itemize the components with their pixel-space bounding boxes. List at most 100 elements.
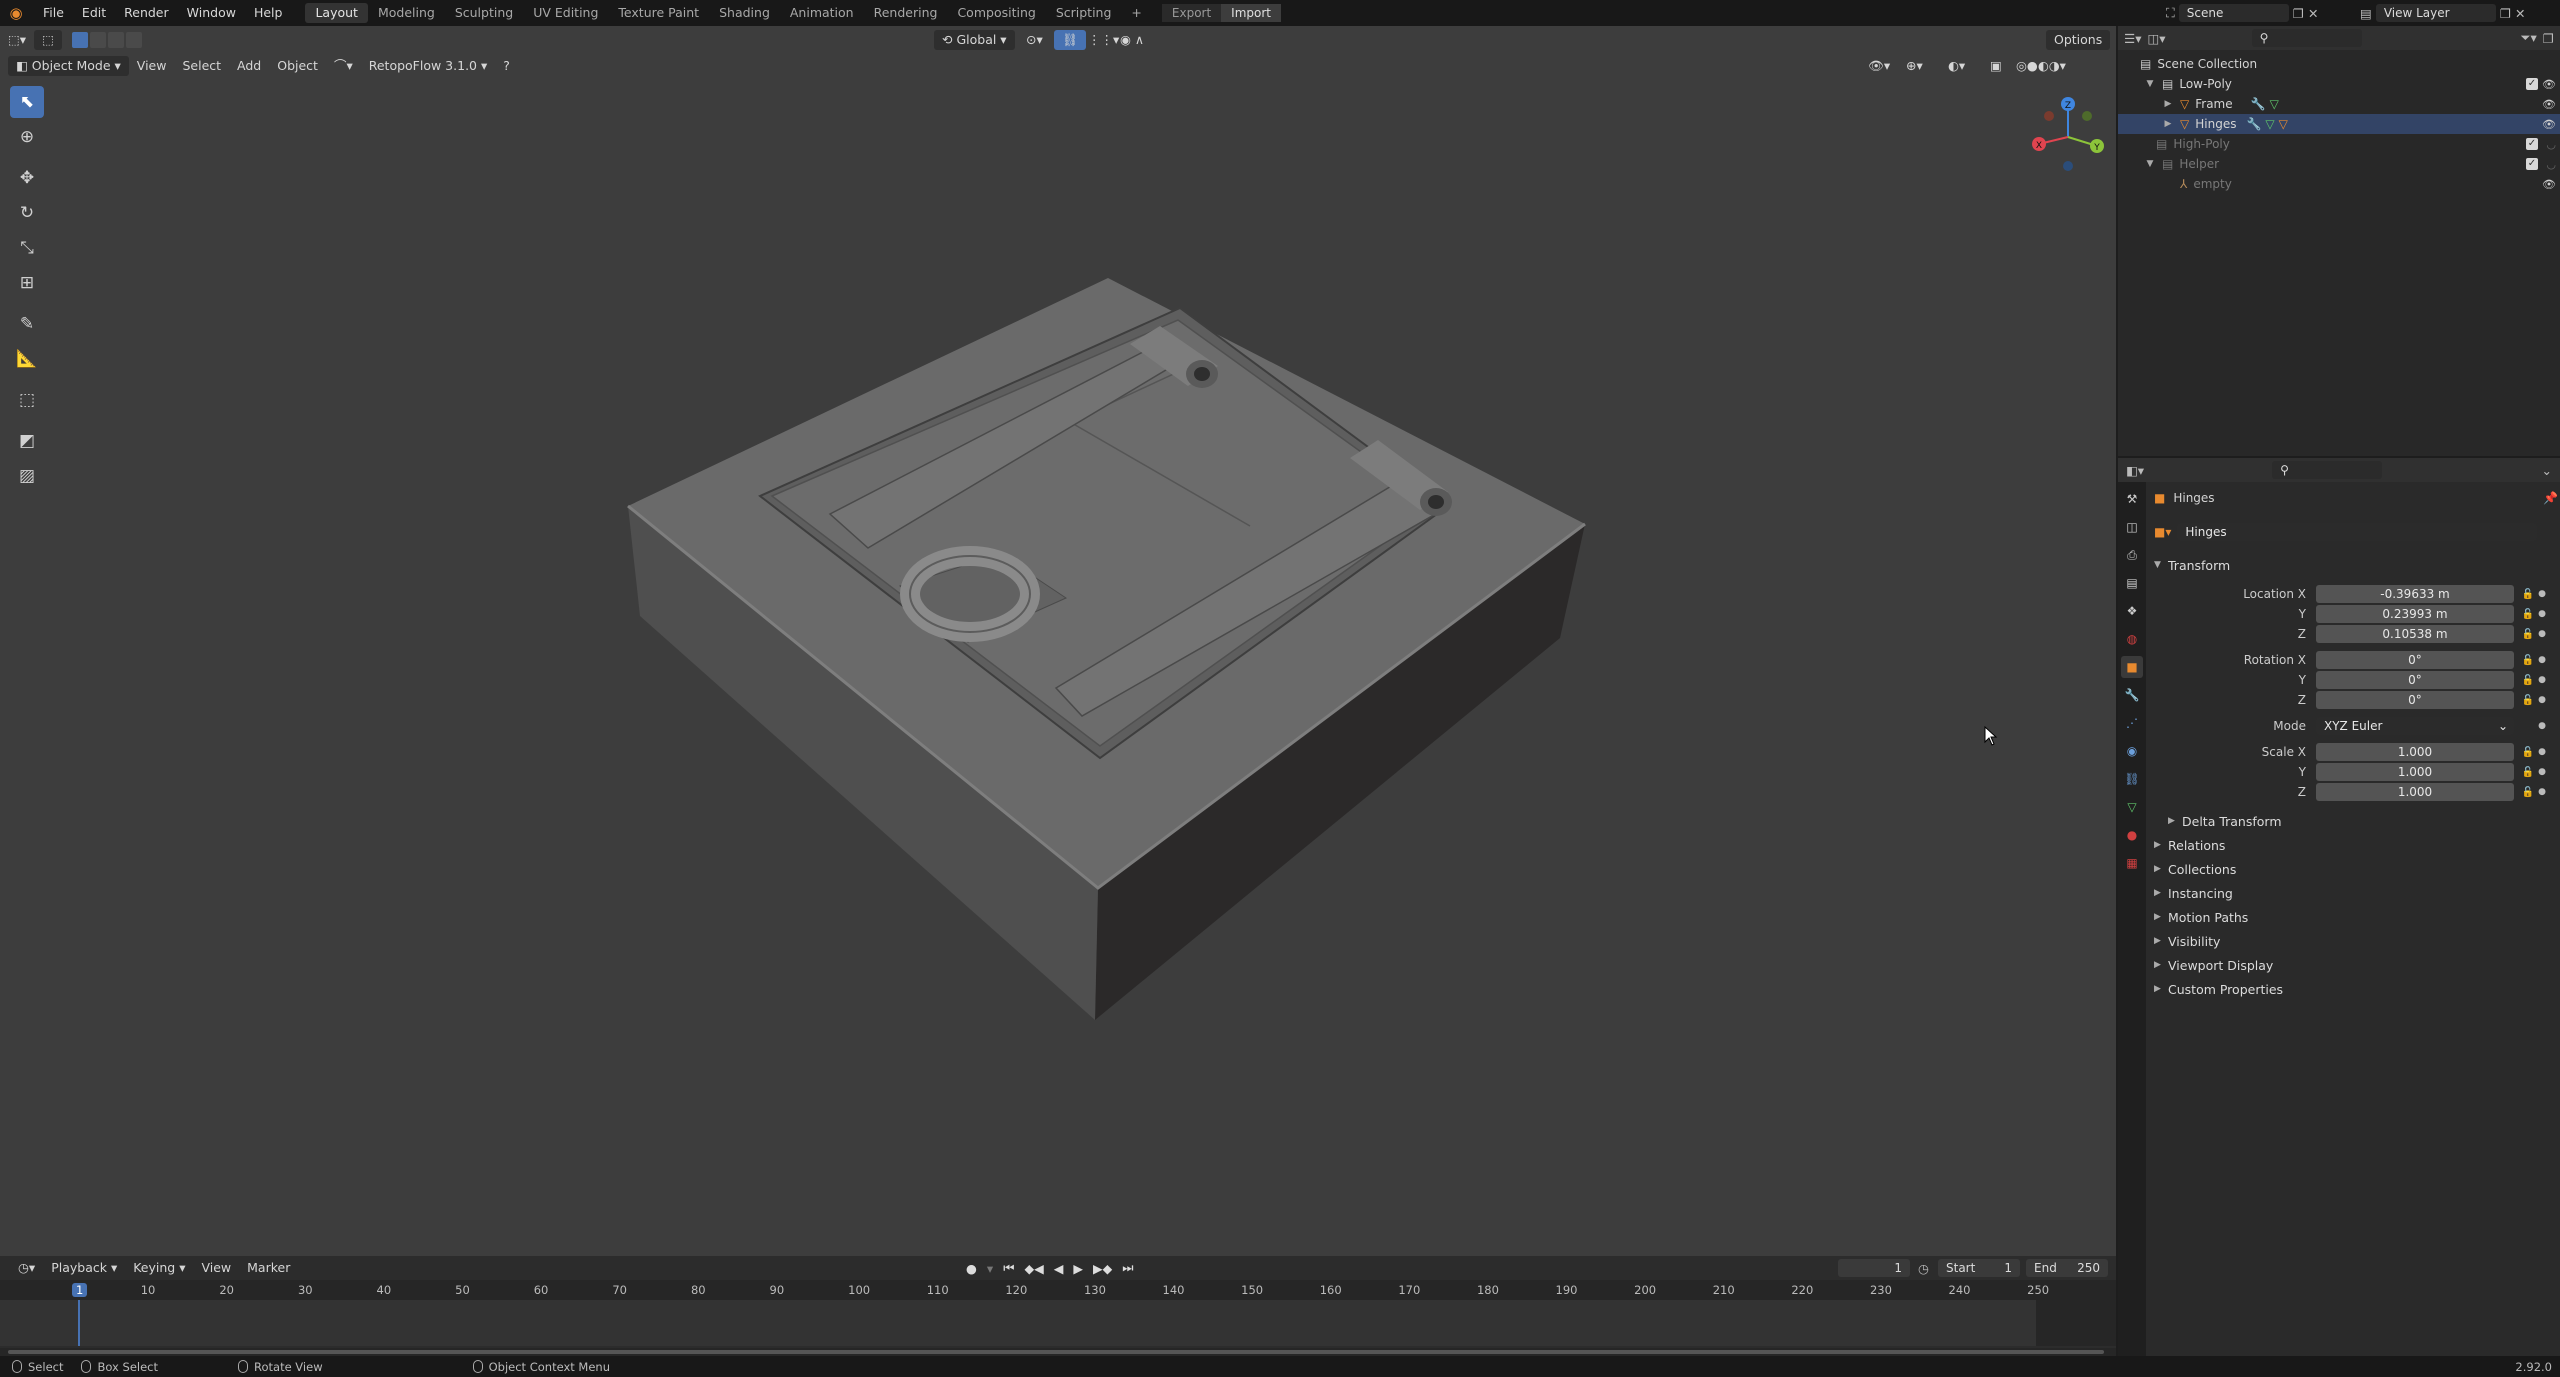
visibility-eye-icon[interactable]: 👁 <box>2542 118 2556 131</box>
start-frame-field[interactable]: Start 1 <box>1938 1259 2020 1277</box>
gizmo-toggle-icon[interactable]: ⊕▾ <box>1898 56 1931 76</box>
lock-icon[interactable]: 🔓 <box>2520 747 2536 758</box>
jump-end-icon[interactable]: ⏭ <box>1122 1260 1133 1276</box>
outliner-item-frame[interactable]: ▶ ▽ Frame 🔧 ▽ 👁 <box>2118 94 2560 114</box>
retopoflow-menu[interactable]: RetopoFlow 3.1.0 ▾ <box>361 56 496 76</box>
play-reverse-icon[interactable]: ◀ <box>1054 1261 1064 1276</box>
add-workspace-icon[interactable]: + <box>1121 3 1151 23</box>
lock-icon[interactable]: 🔓 <box>2520 695 2536 706</box>
delta-transform-subpanel[interactable]: ▶ Delta Transform <box>2168 810 2282 832</box>
export-button[interactable]: Export <box>1161 4 1222 22</box>
visibility-eye-icon[interactable]: 👁 <box>2542 98 2556 111</box>
3d-viewport[interactable]: ⬚▾ ⬚ ⟲ Global ▾ ⊙▾ ⛓ ⋮⋮▾ ◉ ∧ Options ◧ O… <box>0 26 2116 1256</box>
rotation-mode-dropdown[interactable]: XYZ Euler ⌄ <box>2316 717 2514 735</box>
shading-modes-icon[interactable]: ◎●◐◑▾ <box>2008 56 2074 76</box>
keying-menu[interactable]: Keying ▾ <box>125 1258 193 1278</box>
hidden-eye-icon[interactable]: ◡ <box>2546 158 2556 171</box>
include-checkbox[interactable]: ✓ <box>2526 78 2538 90</box>
keyframe-dot-icon[interactable]: ● <box>2536 675 2548 685</box>
location-x-field[interactable]: -0.39633 m <box>2316 585 2514 603</box>
scrollbar-thumb[interactable] <box>8 1350 2104 1354</box>
timeline-track[interactable] <box>0 1300 2116 1346</box>
scale-y-field[interactable]: 1.000 <box>2316 763 2514 781</box>
clock-icon[interactable]: ◷ <box>1918 1261 1929 1276</box>
material-tab-icon[interactable]: ● <box>2121 824 2143 846</box>
new-view-layer-icon[interactable]: ❐ <box>2500 6 2511 21</box>
expand-arrow-icon[interactable]: ▶ <box>2162 119 2174 129</box>
cursor-icon[interactable]: ⊕ <box>10 121 44 153</box>
tab-modeling[interactable]: Modeling <box>368 3 445 23</box>
current-frame-field[interactable]: 1 <box>1838 1259 1910 1277</box>
keying-set-icon[interactable]: ▾ <box>987 1261 993 1276</box>
physics-tab-icon[interactable]: ◉ <box>2121 740 2143 762</box>
new-scene-icon[interactable]: ❐ <box>2293 6 2304 21</box>
keyframe-dot-icon[interactable]: ● <box>2536 655 2548 665</box>
outliner-item-hinges[interactable]: ▶ ▽ Hinges 🔧 ▽ ▽ 👁 <box>2118 114 2560 134</box>
playhead[interactable] <box>78 1300 80 1346</box>
new-collection-icon[interactable]: ❐ <box>2543 31 2554 46</box>
scene-tab-icon[interactable]: ❖ <box>2121 600 2143 622</box>
lock-icon[interactable]: 🔓 <box>2520 655 2536 666</box>
visibility-eye-icon[interactable]: 👁 <box>2542 78 2556 91</box>
view-layer-selector[interactable]: ▤ View Layer ❐ ✕ <box>2360 3 2526 23</box>
menu-file[interactable]: File <box>34 0 73 26</box>
chevron-down-icon[interactable]: ⌄ <box>2542 463 2552 478</box>
keyframe-dot-icon[interactable]: ● <box>2536 721 2548 731</box>
end-frame-field[interactable]: End 250 <box>2026 1259 2108 1277</box>
object-menu[interactable]: Object <box>269 56 326 76</box>
outliner-item-empty[interactable]: ⅄ empty 👁 <box>2118 174 2560 194</box>
rotation-y-field[interactable]: 0° <box>2316 671 2514 689</box>
viewport-display-panel-header[interactable]: ▶ Viewport Display <box>2154 954 2273 976</box>
gpencil-icon[interactable]: ⌒▾ <box>326 56 361 76</box>
particles-tab-icon[interactable]: ⋰ <box>2121 712 2143 734</box>
prev-keyframe-icon[interactable]: ◆◀ <box>1024 1261 1043 1276</box>
move-icon[interactable]: ✥ <box>10 162 44 194</box>
scene-selector[interactable]: ⛶ Scene ❐ ✕ <box>2166 3 2318 23</box>
filter-icon[interactable]: ⏷▾ <box>2521 30 2537 46</box>
add-cube-icon[interactable]: ⬚ <box>10 384 44 416</box>
transform-panel-header[interactable]: ▼ Transform <box>2154 554 2230 576</box>
outliner-search-input[interactable]: ⚲ <box>2251 29 2362 47</box>
view-layer-field[interactable]: View Layer <box>2375 4 2496 22</box>
import-button[interactable]: Import <box>1221 4 1281 22</box>
tool-tab-icon[interactable]: ⚒ <box>2121 488 2143 510</box>
rotation-x-field[interactable]: 0° <box>2316 651 2514 669</box>
playback-menu[interactable]: Playback ▾ <box>43 1258 125 1278</box>
lock-icon[interactable]: 🔓 <box>2520 787 2536 798</box>
timeline-scrollbar[interactable] <box>0 1348 2116 1356</box>
navigation-gizmo[interactable]: Z X Y <box>2025 94 2111 180</box>
expand-arrow-icon[interactable]: ▼ <box>2144 159 2156 169</box>
tab-compositing[interactable]: Compositing <box>947 3 1045 23</box>
keyframe-dot-icon[interactable]: ● <box>2536 787 2548 797</box>
outliner-item-high-poly[interactable]: ▤ High-Poly ✓ ◡ <box>2118 134 2560 154</box>
outliner-editor-icon[interactable]: ☰▾ <box>2124 31 2141 46</box>
view-layer-tab-icon[interactable]: ▤ <box>2121 572 2143 594</box>
menu-window[interactable]: Window <box>178 0 245 26</box>
play-icon[interactable]: ▶ <box>1073 1261 1083 1276</box>
scale-x-field[interactable]: 1.000 <box>2316 743 2514 761</box>
rotation-z-field[interactable]: 0° <box>2316 691 2514 709</box>
scale-icon[interactable]: ⤡ <box>10 232 44 264</box>
measure-icon[interactable]: 📐 <box>10 343 44 375</box>
timeline-editor-icon[interactable]: ◷▾ <box>10 1258 43 1278</box>
keyframe-dot-icon[interactable]: ● <box>2536 767 2548 777</box>
mode-dropdown[interactable]: ◧ Object Mode ▾ <box>8 56 129 76</box>
options-button[interactable]: Options <box>2046 30 2111 50</box>
outliner-item-helper[interactable]: ▼ ▤ Helper ✓ ◡ <box>2118 154 2560 174</box>
keyframe-dot-icon[interactable]: ● <box>2536 695 2548 705</box>
collections-panel-header[interactable]: ▶ Collections <box>2154 858 2236 880</box>
delete-scene-icon[interactable]: ✕ <box>2308 6 2318 21</box>
annotate-icon[interactable]: ✎ <box>10 308 44 340</box>
motion-paths-panel-header[interactable]: ▶ Motion Paths <box>2154 906 2248 928</box>
tab-animation[interactable]: Animation <box>780 3 864 23</box>
tab-layout[interactable]: Layout <box>305 3 368 23</box>
custom-properties-panel-header[interactable]: ▶ Custom Properties <box>2154 978 2283 1000</box>
tab-sculpting[interactable]: Sculpting <box>445 3 523 23</box>
tab-shading[interactable]: Shading <box>709 3 780 23</box>
delete-view-layer-icon[interactable]: ✕ <box>2515 6 2525 21</box>
visibility-icon[interactable]: 👁▾ <box>1860 56 1898 76</box>
visibility-panel-header[interactable]: ▶ Visibility <box>2154 930 2220 952</box>
relations-panel-header[interactable]: ▶ Relations <box>2154 834 2225 856</box>
visibility-eye-icon[interactable]: 👁 <box>2542 178 2556 191</box>
lock-icon[interactable]: 🔓 <box>2520 629 2536 640</box>
